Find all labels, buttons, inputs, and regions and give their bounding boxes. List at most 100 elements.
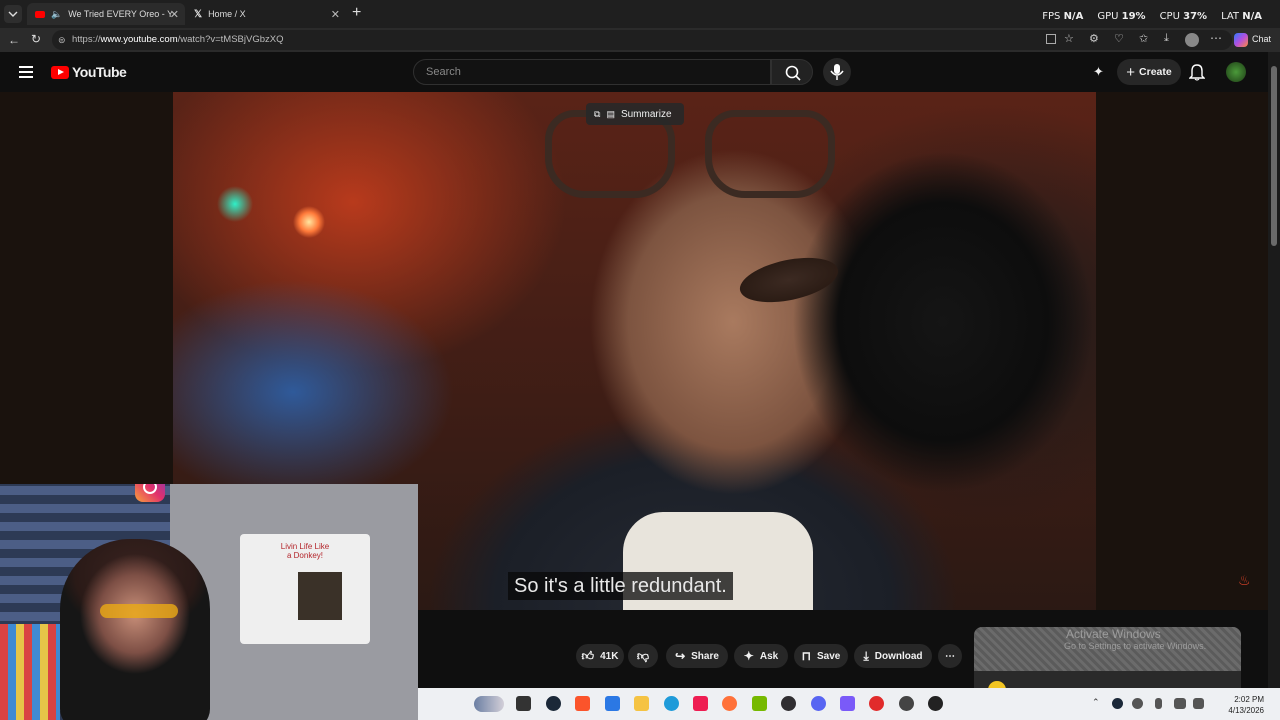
speaker-icon[interactable]: 🔈: [51, 9, 62, 20]
like-count: 41K: [600, 650, 619, 662]
youtube-favicon-icon: [35, 10, 45, 18]
site-info-icon[interactable]: ⊜: [58, 30, 66, 50]
share-button[interactable]: ↪ Share: [666, 644, 728, 668]
more-actions-button[interactable]: ⋯: [938, 644, 962, 668]
youtube-header: YouTube Search ✦ + Create: [0, 52, 1280, 92]
scrollbar-thumb[interactable]: [1271, 66, 1277, 246]
url-prefix: https://: [72, 34, 101, 45]
tab-title: Home / X: [208, 9, 246, 19]
summarize-icon: ▤: [606, 108, 615, 119]
black-gloved-hand: [793, 152, 1093, 492]
watermark-title: Activate Windows: [1066, 627, 1161, 641]
ask-label: Ask: [759, 650, 779, 662]
bookmark-icon: ⊓: [801, 649, 811, 663]
picture-in-picture-icon[interactable]: ⧉: [594, 109, 600, 120]
url-host: www.youtube.com: [100, 34, 178, 45]
close-tab-icon[interactable]: ✕: [331, 8, 340, 21]
blanket: [0, 624, 60, 720]
app-grid-icon[interactable]: [840, 696, 855, 711]
steam-icon[interactable]: [546, 696, 561, 711]
account-avatar[interactable]: [1226, 62, 1246, 82]
create-label: Create: [1139, 66, 1172, 78]
save-button[interactable]: ⊓ Save: [794, 644, 848, 668]
edge-icon[interactable]: [664, 696, 679, 711]
microphone-icon: [830, 64, 844, 80]
tab-list-dropdown-icon[interactable]: [4, 5, 22, 23]
ask-button[interactable]: ✦ Ask: [734, 644, 788, 668]
notepad-icon[interactable]: [605, 696, 620, 711]
copilot-icon[interactable]: [1234, 33, 1248, 47]
tray-network-icon[interactable]: [1132, 698, 1143, 709]
tab-youtube[interactable]: 🔈 We Tried EVERY Oreo - YouTu ✕: [27, 3, 185, 25]
weather-widget-icon[interactable]: [474, 696, 504, 712]
task-view-icon[interactable]: [516, 696, 531, 711]
tiktok-icon[interactable]: [693, 696, 708, 711]
create-button[interactable]: + Create: [1117, 59, 1181, 85]
tray-chevron-icon[interactable]: ⌃: [1092, 697, 1100, 708]
discord-icon[interactable]: [811, 696, 826, 711]
chat-button[interactable]: Chat: [1252, 34, 1271, 44]
extensions-icon[interactable]: ⚙: [1089, 32, 1099, 45]
favorite-star-icon[interactable]: ☆: [1064, 32, 1074, 45]
download-label: Download: [874, 650, 923, 662]
file-explorer-icon[interactable]: [634, 696, 649, 711]
youtube-play-icon: [51, 65, 69, 79]
close-tab-icon[interactable]: ✕: [170, 8, 179, 21]
voice-search-button[interactable]: [823, 58, 851, 86]
thumbs-down-icon: 👎︎: [636, 648, 650, 663]
recording-app-icon[interactable]: [928, 696, 943, 711]
tab-x-home[interactable]: 𝕏 Home / X ✕: [186, 3, 346, 25]
webcam-glasses: [100, 604, 178, 618]
more-menu-icon[interactable]: ⋯: [1210, 31, 1222, 45]
download-button[interactable]: ⤓ Download: [854, 644, 932, 668]
tray-volume-icon[interactable]: [1193, 698, 1204, 709]
brave-icon[interactable]: [575, 696, 590, 711]
instagram-icon[interactable]: [135, 484, 165, 502]
dislike-button[interactable]: 👎︎: [628, 644, 658, 668]
plus-icon: +: [1126, 63, 1136, 81]
shirt-graphic: [298, 572, 342, 620]
new-tab-button[interactable]: +: [352, 4, 361, 22]
system-clock[interactable]: 2:02 PM 4/13/2026: [1228, 694, 1264, 716]
settings-app-icon[interactable]: [899, 696, 914, 711]
webcam-person: [60, 539, 210, 720]
profile-avatar[interactable]: [1185, 33, 1199, 47]
tab-title: We Tried EVERY Oreo - YouTu: [68, 9, 173, 19]
share-label: Share: [691, 650, 719, 662]
favorites-icon[interactable]: ✩: [1139, 32, 1148, 45]
watermark-subtitle: Go to Settings to activate Windows.: [1064, 641, 1207, 651]
hamburger-menu-icon[interactable]: [19, 66, 33, 78]
tray-display-icon[interactable]: [1174, 698, 1186, 709]
back-arrow-icon[interactable]: ←: [8, 33, 20, 47]
browser-essentials-icon[interactable]: ♡: [1114, 32, 1124, 45]
firefox-icon[interactable]: [722, 696, 737, 711]
red-app-icon[interactable]: [869, 696, 884, 711]
obs-icon[interactable]: [781, 696, 796, 711]
refresh-icon[interactable]: ↻: [31, 32, 41, 46]
shirt-text: Livin Life Like a Donkey!: [280, 542, 330, 560]
youtube-logo[interactable]: YouTube: [51, 64, 127, 80]
summarize-button[interactable]: ⧉ ▤ Summarize: [586, 103, 684, 125]
tray-steam-icon[interactable]: [1112, 698, 1123, 709]
search-input[interactable]: Search: [413, 59, 771, 85]
search-icon: [785, 65, 801, 81]
notifications-bell-icon[interactable]: [1189, 63, 1205, 81]
clock-date: 4/13/2026: [1228, 706, 1264, 715]
like-button[interactable]: 👍︎ 41K: [576, 644, 624, 668]
split-screen-icon[interactable]: [1046, 34, 1056, 44]
downloads-icon[interactable]: ⤓: [1164, 32, 1169, 45]
download-icon: ⤓: [863, 648, 869, 663]
premium-diamond-icon[interactable]: ✦: [1093, 64, 1104, 80]
more-dots-icon: ⋯: [945, 650, 955, 662]
browser-tab-strip: 🔈 We Tried EVERY Oreo - YouTu ✕ 𝕏 Home /…: [0, 0, 1280, 28]
sparkle-icon: ✦: [743, 649, 754, 663]
webcam-overlay: Livin Life Like a Donkey!: [0, 484, 418, 720]
tray-mic-icon[interactable]: [1155, 698, 1162, 709]
search-button[interactable]: [771, 59, 813, 85]
video-caption: So it's a little redundant.: [508, 572, 733, 600]
x-logo-icon: 𝕏: [194, 8, 203, 20]
nvidia-icon[interactable]: [752, 696, 767, 711]
windows-taskbar: ⌃ 2:02 PM 4/13/2026: [418, 688, 1280, 720]
page-scrollbar[interactable]: [1268, 52, 1280, 688]
summarize-label: Summarize: [620, 108, 672, 120]
